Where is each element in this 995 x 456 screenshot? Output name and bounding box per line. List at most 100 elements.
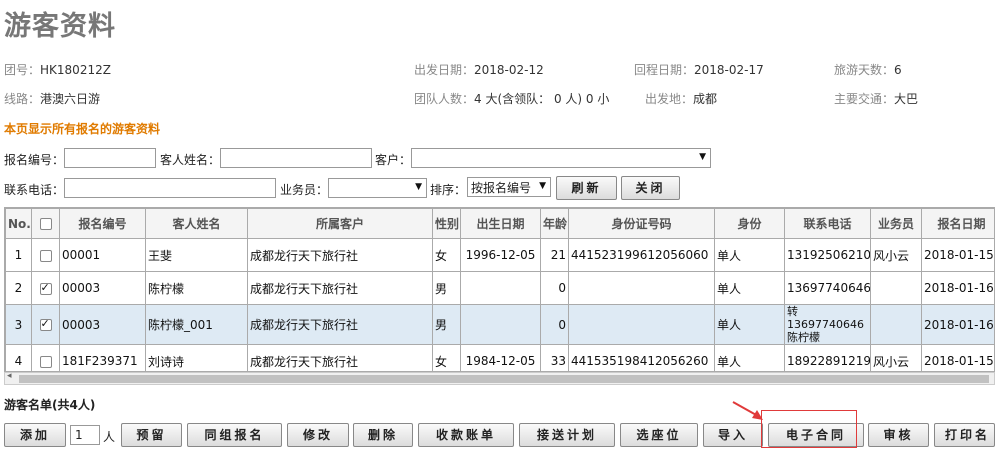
return-date-info: 回程日期：2018-02-17 <box>634 61 764 78</box>
header-birth[interactable]: 出生日期 <box>460 208 541 239</box>
cell-role: 单人 <box>714 271 785 305</box>
tour-days-info: 旅游天数：6 <box>834 61 902 78</box>
cell-guest-name: 陈柠檬_001 <box>145 304 248 345</box>
phone-label: 联系电话： <box>4 183 65 197</box>
team-size-label: 团队人数： <box>414 92 475 106</box>
header-no[interactable]: No. <box>5 208 32 239</box>
close-button[interactable]: 关闭 <box>621 176 680 200</box>
cell-phone: 18922891219 <box>784 344 871 371</box>
sort-select[interactable]: 按报名编号 ▼ <box>467 177 551 197</box>
guest-table-container: No. 报名编号 客人姓名 所属客户 性别 出生日期 年龄 身份证号码 身份 联… <box>4 207 995 372</box>
route-info: 线路：港澳六日游 <box>4 90 100 107</box>
cell-phone: 13697740646 <box>784 271 871 305</box>
row-checkbox[interactable] <box>39 249 52 262</box>
customer-label: 客户： <box>375 153 412 167</box>
print-list-button[interactable]: 打印名 <box>934 423 995 447</box>
sort-label: 排序： <box>430 183 467 197</box>
tour-days-value: 6 <box>894 63 902 77</box>
header-role[interactable]: 身份 <box>714 208 785 239</box>
cell-age: 21 <box>540 238 569 272</box>
notice-text: 本页显示所有报名的游客资料 <box>4 122 161 136</box>
select-all-checkbox[interactable] <box>39 218 52 230</box>
header-customer[interactable]: 所属客户 <box>247 208 433 239</box>
cell-staff <box>870 304 922 345</box>
cell-birth: 1984-12-05 <box>460 344 541 371</box>
header-age[interactable]: 年龄 <box>540 208 569 239</box>
cell-check[interactable] <box>31 238 60 272</box>
origin-label: 出发地： <box>645 92 694 106</box>
header-select-all[interactable] <box>31 208 60 239</box>
delete-button[interactable]: 删除 <box>353 423 413 447</box>
cell-check[interactable] <box>31 344 60 371</box>
depart-date-info: 出发日期：2018-02-12 <box>414 61 544 78</box>
cell-birth <box>460 271 541 305</box>
route-label: 线路： <box>4 92 41 106</box>
staff-label: 业务员： <box>280 183 329 197</box>
row-checkbox[interactable] <box>39 281 52 295</box>
cell-phone: 转13697740646陈柠檬 <box>784 304 871 345</box>
import-button[interactable]: 导入 <box>703 423 763 447</box>
reserve-button[interactable]: 预留 <box>121 423 182 447</box>
reg-no-input[interactable] <box>64 148 156 168</box>
scroll-left-icon[interactable]: ◂ <box>7 371 12 381</box>
team-size-value: 4 大(含领队： 0 人) 0 小 <box>474 92 610 106</box>
tour-no-info: 团号：HK180212Z <box>4 61 111 78</box>
cell-phone: 13192506210 <box>784 238 871 272</box>
scrollbar-thumb[interactable] <box>19 375 989 383</box>
cell-reg-date: 2018-01-16 <box>921 304 994 345</box>
guest-list-title: 游客名单(共4人) <box>4 398 96 412</box>
depart-date-label: 出发日期： <box>414 63 475 77</box>
cell-guest-name: 王斐 <box>145 238 248 272</box>
row-checkbox[interactable] <box>39 355 52 368</box>
route-value: 港澳六日游 <box>40 92 101 106</box>
cell-check[interactable] <box>31 271 60 305</box>
header-gender[interactable]: 性别 <box>432 208 461 239</box>
header-staff[interactable]: 业务员 <box>870 208 922 239</box>
chevron-down-icon: ▼ <box>415 182 422 192</box>
header-reg-date[interactable]: 报名日期 <box>921 208 994 239</box>
payment-bill-button[interactable]: 收款账单 <box>418 423 514 447</box>
horizontal-scrollbar[interactable]: ◂ <box>4 371 995 385</box>
header-phone[interactable]: 联系电话 <box>784 208 871 239</box>
cell-no: 3 <box>5 304 32 345</box>
team-size-info: 团队人数：4 大(含领队： 0 人) 0 小 <box>414 90 609 107</box>
cell-reg-no: 00001 <box>59 238 146 272</box>
group-register-button[interactable]: 同组报名 <box>187 423 282 447</box>
cell-customer: 成都龙行天下旅行社 <box>247 238 433 272</box>
cell-id-no <box>568 271 715 305</box>
staff-select[interactable]: ▼ <box>328 178 427 198</box>
add-button[interactable]: 添加 <box>4 423 66 447</box>
row-checkbox[interactable] <box>39 317 52 331</box>
cell-gender: 男 <box>432 304 461 345</box>
tour-no-value: HK180212Z <box>40 63 111 77</box>
guest-name-label: 客人姓名： <box>160 153 221 167</box>
cell-staff <box>870 271 922 305</box>
customer-select[interactable]: ▼ <box>411 148 711 168</box>
reg-no-label: 报名编号： <box>4 153 65 167</box>
edit-button[interactable]: 修改 <box>287 423 349 447</box>
phone-input[interactable] <box>64 178 276 198</box>
header-reg-no[interactable]: 报名编号 <box>59 208 146 239</box>
table-row[interactable]: 1 00001 王斐 成都龙行天下旅行社 女 1996-12-05 21 441… <box>5 238 994 272</box>
guest-name-input[interactable] <box>220 148 372 168</box>
cell-reg-date: 2018-01-15 <box>921 344 994 371</box>
header-id-no[interactable]: 身份证号码 <box>568 208 715 239</box>
audit-button[interactable]: 审核 <box>868 423 929 447</box>
table-row[interactable]: 2 00003 陈柠檬 成都龙行天下旅行社 男 0 单人 13697740646… <box>5 271 994 305</box>
cell-age: 0 <box>540 271 569 305</box>
transfer-plan-button[interactable]: 接送计划 <box>519 423 615 447</box>
select-seat-button[interactable]: 选座位 <box>620 423 698 447</box>
cell-staff: 风小云 <box>870 238 922 272</box>
header-guest-name[interactable]: 客人姓名 <box>145 208 248 239</box>
quantity-input[interactable]: 1 <box>70 425 100 445</box>
cell-customer: 成都龙行天下旅行社 <box>247 304 433 345</box>
cell-role: 单人 <box>714 238 785 272</box>
origin-value: 成都 <box>693 92 718 106</box>
cell-check[interactable] <box>31 304 60 345</box>
cell-reg-no: 00003 <box>59 271 146 305</box>
cell-reg-no: 181F239371 <box>59 344 146 371</box>
table-row[interactable]: 3 00003 陈柠檬_001 成都龙行天下旅行社 男 0 单人 转136977… <box>5 304 994 345</box>
cell-customer: 成都龙行天下旅行社 <box>247 344 433 371</box>
refresh-button[interactable]: 刷新 <box>556 176 617 200</box>
table-row[interactable]: 4 181F239371 刘诗诗 成都龙行天下旅行社 女 1984-12-05 … <box>5 344 994 371</box>
